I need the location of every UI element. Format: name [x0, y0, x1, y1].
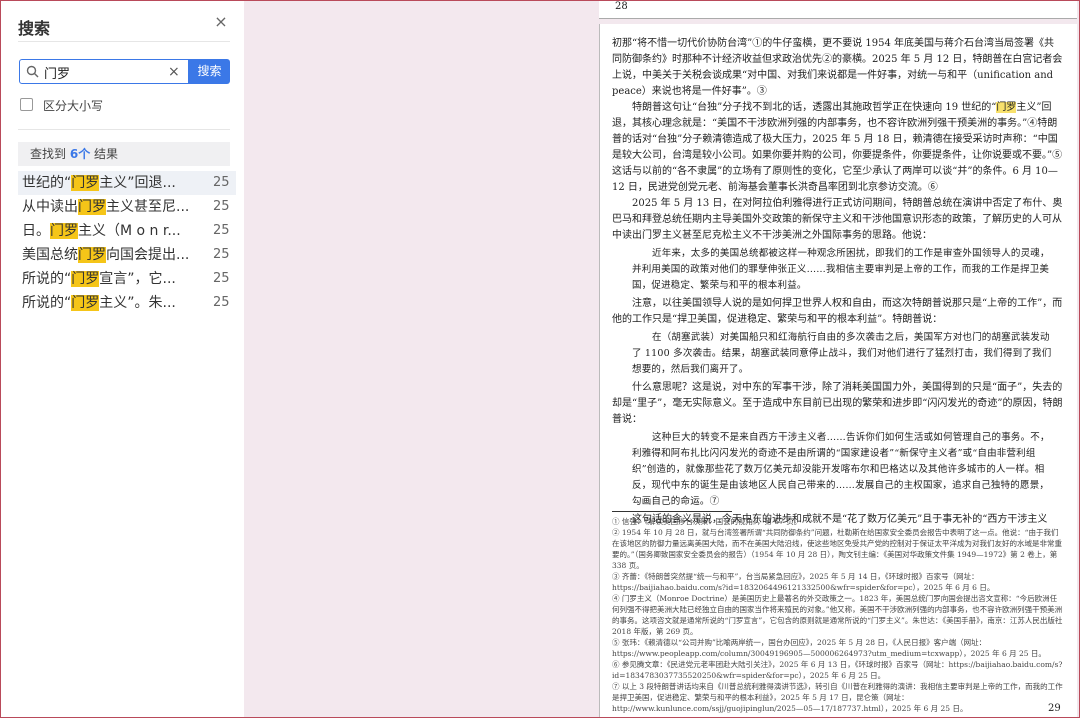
paragraph: 特朗普这句让“台独”分子找不到北的话，透露出其施政哲学正在快速向 19 世纪的“… [612, 102, 1063, 193]
search-input[interactable] [44, 63, 164, 81]
search-highlight: 门罗 [71, 295, 100, 311]
result-page-number: 25 [213, 199, 230, 214]
paragraph: 2025 年 5 月 13 日，在对阿拉伯利雅得进行正式访问期间，特朗普总统在演… [612, 198, 1063, 241]
previous-page: 28 [599, 0, 1077, 19]
search-sidebar: 搜索 × × 搜索 区分大小写 查找到 6个 结果 世纪的“门罗主义”回退...… [1, 1, 244, 717]
divider [18, 41, 230, 42]
page-body: 初那“将不惜一切代价协防台湾”①的牛仔蛮横，更不要说 1954 年底美国与蒋介石… [612, 36, 1064, 528]
paragraph: 初那“将不惜一切代价协防台湾”①的牛仔蛮横，更不要说 1954 年底美国与蒋介石… [612, 38, 1063, 97]
results-list: 世纪的“门罗主义”回退... 25 从中读出门罗主义甚至尼... 25 日。门罗… [18, 171, 236, 315]
search-highlight: 门罗 [71, 175, 100, 191]
footnote: ② 1954 年 10 月 28 日，就与台湾签署所谓“共同防御条约”问题，杜勒… [612, 528, 1062, 570]
search-highlight: 门罗 [78, 247, 106, 263]
footnote: ① 信强：《解读美国涉台决策：国会的视角》，第 67 页。 [612, 517, 802, 526]
search-highlight: 门罗 [50, 223, 78, 239]
sidebar-title: 搜索 [18, 19, 51, 38]
result-item[interactable]: 从中读出门罗主义甚至尼... 25 [18, 195, 236, 219]
summary-suffix: 结果 [94, 147, 119, 161]
result-snippet: 从中读出门罗主义甚至尼... [22, 199, 190, 215]
footnote: ⑥ 参见腾文章：《民进党元老率团赴大陆引关注》，2025 年 6 月 13 日，… [612, 660, 1063, 680]
page-number: 28 [615, 1, 628, 12]
divider [18, 129, 230, 130]
search-highlight: 门罗 [78, 199, 106, 215]
block-quote: 近年来，太多的美国总统都被这样一种观念所困扰，即我们的工作是审查外国领导人的灵魂… [632, 248, 1050, 291]
case-sensitive-label: 区分大小写 [43, 99, 104, 113]
result-page-number: 25 [213, 223, 230, 238]
footnote: ⑦ 以上 3 段特朗普讲话均来自《川普总统利雅得演讲节选》，转引自《川普在利雅得… [612, 682, 1063, 713]
result-page-number: 25 [213, 175, 230, 190]
result-count: 6个 [69, 147, 91, 161]
result-snippet: 所说的“门罗主义”。朱... [22, 295, 176, 311]
result-snippet: 世纪的“门罗主义”回退... [22, 175, 176, 191]
search-field[interactable]: × [19, 59, 189, 84]
result-snippet: 所说的“门罗宣言”，它... [22, 271, 176, 287]
result-item[interactable]: 所说的“门罗宣言”，它... 25 [18, 267, 236, 291]
search-button[interactable]: 搜索 [189, 59, 230, 84]
result-page-number: 25 [213, 271, 230, 286]
result-item[interactable]: 日。门罗主义（M o n r... 25 [18, 219, 236, 243]
search-icon [26, 65, 39, 78]
block-quote: 在（胡塞武装）对美国船只和红海航行自由的多次袭击之后，美国军方对也门的胡塞武装发… [632, 332, 1052, 375]
result-snippet: 美国总统门罗向国会提出... [22, 247, 190, 263]
footnote: ③ 齐蕾：《特朗普突然提“统一与和平”，台当局紧急回应》，2025 年 5 月 … [612, 572, 995, 592]
result-item[interactable]: 美国总统门罗向国会提出... 25 [18, 243, 236, 267]
search-highlight: 门罗 [996, 102, 1017, 113]
result-page-number: 25 [213, 295, 230, 310]
result-item[interactable]: 世纪的“门罗主义”回退... 25 [18, 171, 236, 195]
result-summary: 查找到 6个 结果 [18, 142, 230, 166]
search-highlight: 门罗 [71, 271, 100, 287]
paragraph: 什么意思呢？这是说，对中东的军事干涉，除了消耗美国国力外，美国得到的只是“面子”… [612, 382, 1063, 425]
footnote: ④ 门罗主义（Monroe Doctrine）是美国历史上最著名的外交政策之一。… [612, 594, 1063, 636]
clear-search-icon[interactable]: × [168, 63, 180, 81]
summary-prefix: 查找到 [30, 147, 67, 161]
close-icon[interactable]: × [213, 13, 229, 31]
case-sensitive-checkbox[interactable] [20, 98, 33, 111]
footnote: ⑤ 张玮：《赖清德以“公司并购”比喻两岸统一，国台办回应》，2025 年 5 月… [612, 638, 1046, 658]
page-number: 29 [1048, 703, 1061, 714]
document-page: 初那“将不惜一切代价协防台湾”①的牛仔蛮横，更不要说 1954 年底美国与蒋介石… [599, 24, 1077, 718]
block-quote: 这种巨大的转变不是来自西方干涉主义者……告诉你们如何生活或如何管理自己的事务。不… [632, 432, 1050, 507]
result-page-number: 25 [213, 247, 230, 262]
footnote-separator [612, 511, 732, 512]
result-item[interactable]: 所说的“门罗主义”。朱... 25 [18, 291, 236, 315]
footnotes: ① 信强：《解读美国涉台决策：国会的视角》，第 67 页。 ② 1954 年 10… [612, 516, 1064, 714]
result-snippet: 日。门罗主义（M o n r... [22, 223, 181, 239]
paragraph: 注意，以往美国领导人说的是如何捍卫世界人权和自由，而这次特朗普说那只是“上帝的工… [612, 298, 1063, 325]
